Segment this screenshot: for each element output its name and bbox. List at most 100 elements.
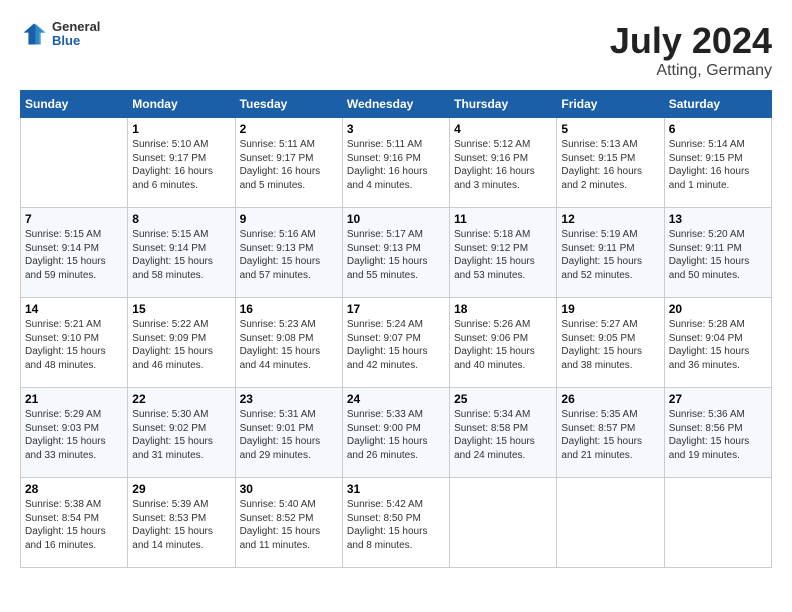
day-number: 7 — [25, 212, 123, 226]
week-row-3: 14 Sunrise: 5:21 AMSunset: 9:10 PMDayligh… — [21, 298, 772, 388]
day-number: 28 — [25, 482, 123, 496]
day-cell: 10Sunrise: 5:17 AMSunset: 9:13 PMDayligh… — [342, 208, 449, 298]
day-info: Sunrise: 5:13 AMSunset: 9:15 PMDaylight:… — [561, 138, 659, 192]
day-cell: 13Sunrise: 5:20 AMSunset: 9:11 PMDayligh… — [664, 208, 771, 298]
week-row-5: 28 Sunrise: 5:38 AMSunset: 8:54 PMDayligh… — [21, 478, 772, 568]
logo-general: General — [52, 20, 100, 34]
day-info: Sunrise: 5:15 AMSunset: 9:14 PMDaylight:… — [132, 228, 230, 282]
day-info: Sunrise: 5:23 AMSunset: 9:08 PMDaylight:… — [240, 318, 338, 372]
column-header-wednesday: Wednesday — [342, 91, 449, 118]
calendar-header-row: SundayMondayTuesdayWednesdayThursdayFrid… — [21, 91, 772, 118]
week-row-4: 21Sunrise: 5:29 AMSunset: 9:03 PMDayligh… — [21, 388, 772, 478]
day-number: 26 — [561, 392, 659, 406]
day-number: 31 — [347, 482, 445, 496]
day-cell: 7 Sunrise: 5:15 AMSunset: 9:14 PMDaylight… — [21, 208, 128, 298]
day-number: 16 — [240, 302, 338, 316]
day-info: Sunrise: 5:38 AMSunset: 8:54 PMDaylight:… — [25, 498, 123, 552]
day-cell: 5Sunrise: 5:13 AMSunset: 9:15 PMDaylight… — [557, 118, 664, 208]
day-info: Sunrise: 5:39 AMSunset: 8:53 PMDaylight:… — [132, 498, 230, 552]
day-info: Sunrise: 5:11 AMSunset: 9:17 PMDaylight:… — [240, 138, 338, 192]
day-info: Sunrise: 5:17 AMSunset: 9:13 PMDaylight:… — [347, 228, 445, 282]
day-cell: 8 Sunrise: 5:15 AMSunset: 9:14 PMDaylight… — [128, 208, 235, 298]
column-header-monday: Monday — [128, 91, 235, 118]
day-number: 8 — [132, 212, 230, 226]
day-info: Sunrise: 5:12 AMSunset: 9:16 PMDaylight:… — [454, 138, 552, 192]
day-cell: 18Sunrise: 5:26 AMSunset: 9:06 PMDayligh… — [450, 298, 557, 388]
calendar-table: SundayMondayTuesdayWednesdayThursdayFrid… — [20, 90, 772, 568]
page-container: General Blue July 2024 Atting, Germany S… — [20, 20, 772, 568]
day-cell: 26 Sunrise: 5:35 AMSunset: 8:57 PMDayligh… — [557, 388, 664, 478]
day-cell: 17Sunrise: 5:24 AMSunset: 9:07 PMDayligh… — [342, 298, 449, 388]
day-info: Sunrise: 5:42 AMSunset: 8:50 PMDaylight:… — [347, 498, 445, 552]
day-info: Sunrise: 5:22 AMSunset: 9:09 PMDaylight:… — [132, 318, 230, 372]
column-header-tuesday: Tuesday — [235, 91, 342, 118]
day-info: Sunrise: 5:28 AMSunset: 9:04 PMDaylight:… — [669, 318, 767, 372]
day-number: 19 — [561, 302, 659, 316]
day-cell: 1Sunrise: 5:10 AMSunset: 9:17 PMDaylight… — [128, 118, 235, 208]
day-number: 23 — [240, 392, 338, 406]
day-cell: 11 Sunrise: 5:18 AMSunset: 9:12 PMDayligh… — [450, 208, 557, 298]
day-number: 27 — [669, 392, 767, 406]
day-cell: 4Sunrise: 5:12 AMSunset: 9:16 PMDaylight… — [450, 118, 557, 208]
day-info: Sunrise: 5:30 AMSunset: 9:02 PMDaylight:… — [132, 408, 230, 462]
day-cell — [450, 478, 557, 568]
column-header-sunday: Sunday — [21, 91, 128, 118]
day-cell: 21Sunrise: 5:29 AMSunset: 9:03 PMDayligh… — [21, 388, 128, 478]
day-cell: 23 Sunrise: 5:31 AMSunset: 9:01 PMDayligh… — [235, 388, 342, 478]
column-header-saturday: Saturday — [664, 91, 771, 118]
day-info: Sunrise: 5:16 AMSunset: 9:13 PMDaylight:… — [240, 228, 338, 282]
day-cell: 9 Sunrise: 5:16 AMSunset: 9:13 PMDaylight… — [235, 208, 342, 298]
day-info: Sunrise: 5:31 AMSunset: 9:01 PMDaylight:… — [240, 408, 338, 462]
day-number: 2 — [240, 122, 338, 136]
week-row-2: 7 Sunrise: 5:15 AMSunset: 9:14 PMDaylight… — [21, 208, 772, 298]
day-info: Sunrise: 5:29 AMSunset: 9:03 PMDaylight:… — [25, 408, 123, 462]
day-info: Sunrise: 5:35 AMSunset: 8:57 PMDaylight:… — [561, 408, 659, 462]
day-info: Sunrise: 5:21 AMSunset: 9:10 PMDaylight:… — [25, 318, 123, 372]
month-year-title: July 2024 — [610, 20, 772, 62]
day-info: Sunrise: 5:33 AMSunset: 9:00 PMDaylight:… — [347, 408, 445, 462]
day-info: Sunrise: 5:24 AMSunset: 9:07 PMDaylight:… — [347, 318, 445, 372]
day-number: 22 — [132, 392, 230, 406]
day-number: 9 — [240, 212, 338, 226]
day-cell: 14 Sunrise: 5:21 AMSunset: 9:10 PMDayligh… — [21, 298, 128, 388]
logo: General Blue — [20, 20, 100, 49]
day-cell — [664, 478, 771, 568]
day-cell: 30 Sunrise: 5:40 AMSunset: 8:52 PMDayligh… — [235, 478, 342, 568]
day-cell: 24Sunrise: 5:33 AMSunset: 9:00 PMDayligh… — [342, 388, 449, 478]
column-header-friday: Friday — [557, 91, 664, 118]
logo-text: General Blue — [52, 20, 100, 49]
day-number: 13 — [669, 212, 767, 226]
day-info: Sunrise: 5:15 AMSunset: 9:14 PMDaylight:… — [25, 228, 123, 282]
day-cell: 15 Sunrise: 5:22 AMSunset: 9:09 PMDayligh… — [128, 298, 235, 388]
day-cell: 25 Sunrise: 5:34 AMSunset: 8:58 PMDayligh… — [450, 388, 557, 478]
day-number: 14 — [25, 302, 123, 316]
day-number: 29 — [132, 482, 230, 496]
day-cell — [557, 478, 664, 568]
logo-blue: Blue — [52, 34, 100, 48]
day-number: 18 — [454, 302, 552, 316]
day-info: Sunrise: 5:36 AMSunset: 8:56 PMDaylight:… — [669, 408, 767, 462]
day-cell: 16 Sunrise: 5:23 AMSunset: 9:08 PMDayligh… — [235, 298, 342, 388]
day-info: Sunrise: 5:34 AMSunset: 8:58 PMDaylight:… — [454, 408, 552, 462]
day-cell: 2 Sunrise: 5:11 AMSunset: 9:17 PMDaylight… — [235, 118, 342, 208]
day-cell: 29 Sunrise: 5:39 AMSunset: 8:53 PMDayligh… — [128, 478, 235, 568]
day-number: 30 — [240, 482, 338, 496]
day-number: 11 — [454, 212, 552, 226]
day-cell: 6Sunrise: 5:14 AMSunset: 9:15 PMDaylight… — [664, 118, 771, 208]
day-number: 15 — [132, 302, 230, 316]
day-info: Sunrise: 5:40 AMSunset: 8:52 PMDaylight:… — [240, 498, 338, 552]
day-info: Sunrise: 5:18 AMSunset: 9:12 PMDaylight:… — [454, 228, 552, 282]
day-info: Sunrise: 5:27 AMSunset: 9:05 PMDaylight:… — [561, 318, 659, 372]
week-row-1: 1Sunrise: 5:10 AMSunset: 9:17 PMDaylight… — [21, 118, 772, 208]
location-title: Atting, Germany — [610, 62, 772, 80]
column-header-thursday: Thursday — [450, 91, 557, 118]
day-number: 3 — [347, 122, 445, 136]
day-cell: 20Sunrise: 5:28 AMSunset: 9:04 PMDayligh… — [664, 298, 771, 388]
day-number: 6 — [669, 122, 767, 136]
day-number: 12 — [561, 212, 659, 226]
day-info: Sunrise: 5:10 AMSunset: 9:17 PMDaylight:… — [132, 138, 230, 192]
day-number: 25 — [454, 392, 552, 406]
day-cell: 28 Sunrise: 5:38 AMSunset: 8:54 PMDayligh… — [21, 478, 128, 568]
day-cell: 19 Sunrise: 5:27 AMSunset: 9:05 PMDayligh… — [557, 298, 664, 388]
day-cell: 22 Sunrise: 5:30 AMSunset: 9:02 PMDayligh… — [128, 388, 235, 478]
